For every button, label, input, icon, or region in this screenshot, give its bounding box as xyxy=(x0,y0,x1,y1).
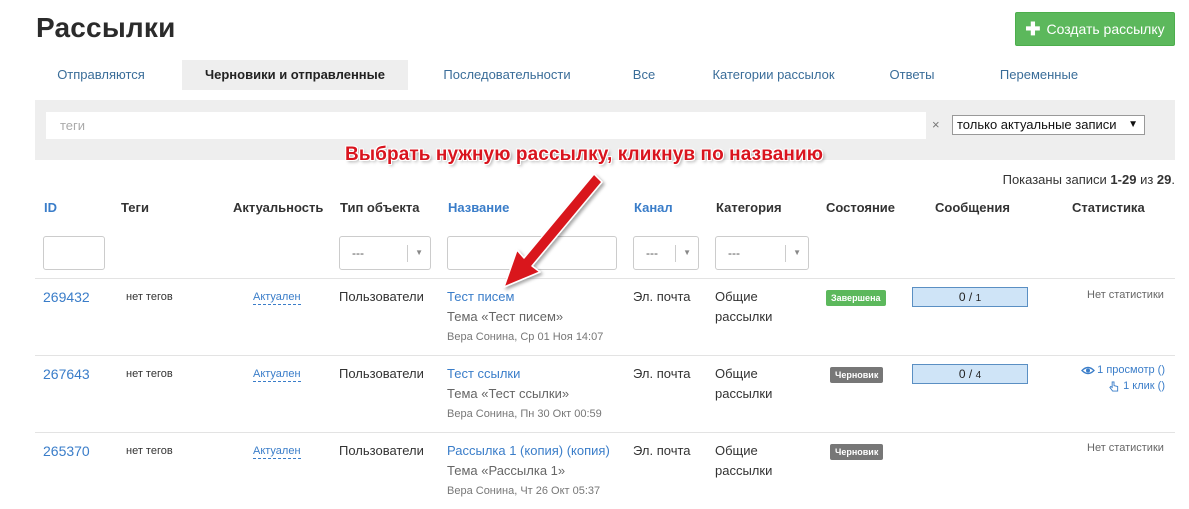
row-tags: нет тегов xyxy=(126,445,173,457)
tab-variables[interactable]: Переменные xyxy=(986,60,1092,90)
messages-progress: 0 / 1 xyxy=(912,287,1028,307)
messages-total: 1 xyxy=(975,293,982,304)
column-header-id[interactable]: ID xyxy=(44,200,57,215)
tab-categories[interactable]: Категории рассылок xyxy=(701,60,846,90)
row-object-type: Пользователи xyxy=(339,289,424,304)
select-divider xyxy=(785,245,786,262)
row-actuality-link[interactable]: Актуален xyxy=(253,368,301,382)
tab-all[interactable]: Все xyxy=(619,60,669,90)
status-badge: Завершена xyxy=(826,290,886,306)
select-divider xyxy=(675,245,676,262)
create-mailing-label: Создать рассылку xyxy=(1046,21,1165,37)
row-stats: Нет статистики xyxy=(1087,289,1164,301)
tab-drafts-and-sent[interactable]: Черновики и отправленные xyxy=(182,60,408,90)
row-tags: нет тегов xyxy=(126,368,173,380)
records-range: 1-29 xyxy=(1110,172,1137,187)
chevron-down-icon: ▼ xyxy=(793,248,801,257)
column-header-channel[interactable]: Канал xyxy=(634,200,673,215)
row-object-type: Пользователи xyxy=(339,366,424,381)
channel-filter-select[interactable]: --- ▼ xyxy=(633,236,699,270)
column-header-category: Категория xyxy=(716,200,782,215)
category-filter-select[interactable]: --- ▼ xyxy=(715,236,809,270)
row-category-line2: рассылки xyxy=(715,463,773,478)
column-header-actuality: Актуальность xyxy=(233,200,324,215)
clicks-stat-label: 1 клик () xyxy=(1123,380,1165,392)
row-tags: нет тегов xyxy=(126,291,173,303)
column-header-state: Состояние xyxy=(826,200,896,215)
row-stats: Нет статистики xyxy=(1087,442,1164,454)
column-header-tags: Теги xyxy=(121,200,149,215)
row-actuality-link[interactable]: Актуален xyxy=(253,291,301,305)
row-divider xyxy=(35,355,1175,356)
status-badge: Черновик xyxy=(830,444,884,460)
row-category-line1: Общие xyxy=(715,443,758,458)
row-subject: Тема «Рассылка 1» xyxy=(447,463,566,478)
tab-sending[interactable]: Отправляются xyxy=(36,60,166,90)
column-header-object-type: Тип объекта xyxy=(340,200,420,215)
records-prefix: Показаны записи xyxy=(1002,172,1111,187)
row-id-link[interactable]: 269432 xyxy=(43,289,90,305)
row-channel: Эл. почта xyxy=(633,289,691,304)
views-stat-label: 1 просмотр () xyxy=(1097,364,1165,376)
records-info: Показаны записи 1-29 из 29. xyxy=(1003,172,1175,187)
row-channel: Эл. почта xyxy=(633,443,691,458)
object-type-filter-value: --- xyxy=(352,246,364,260)
select-divider xyxy=(407,245,408,262)
tabs: Отправляются Черновики и отправленные По… xyxy=(36,60,1176,90)
page-title: Рассылки xyxy=(36,12,176,43)
pointer-hand-icon xyxy=(1109,380,1119,392)
actuality-select[interactable]: только актуальные записи ▼ xyxy=(952,115,1145,135)
clicks-stat-link[interactable]: 1 клик () xyxy=(1107,380,1165,392)
messages-sent: 0 xyxy=(958,367,966,381)
row-actuality-link[interactable]: Актуален xyxy=(253,445,301,459)
tags-input[interactable] xyxy=(46,112,926,139)
tab-sequences[interactable]: Последовательности xyxy=(431,60,583,90)
tab-replies[interactable]: Ответы xyxy=(882,60,942,90)
row-subject: Тема «Тест писем» xyxy=(447,309,564,324)
row-category-line1: Общие xyxy=(715,366,758,381)
views-stat-link[interactable]: 1 просмотр () xyxy=(1081,364,1165,376)
row-id-link[interactable]: 267643 xyxy=(43,366,90,382)
row-meta: Вера Сонина, Чт 26 Окт 05:37 xyxy=(447,485,601,497)
row-id-link[interactable]: 265370 xyxy=(43,443,90,459)
plus-icon: ✚ xyxy=(1025,19,1041,39)
actuality-select-value: только актуальные записи xyxy=(957,117,1117,132)
status-badge: Черновик xyxy=(830,367,884,383)
chevron-down-icon: ▼ xyxy=(683,248,691,257)
caret-down-icon: ▼ xyxy=(1128,119,1138,130)
category-filter-value: --- xyxy=(728,246,740,260)
row-category-line2: рассылки xyxy=(715,386,773,401)
messages-sent: 0 xyxy=(958,290,966,304)
records-total: 29 xyxy=(1156,172,1172,187)
row-category-line2: рассылки xyxy=(715,309,773,324)
id-filter-input[interactable] xyxy=(43,236,105,270)
messages-progress: 0 / 4 xyxy=(912,364,1028,384)
row-channel: Эл. почта xyxy=(633,366,691,381)
row-meta: Вера Сонина, Ср 01 Ноя 14:07 xyxy=(447,331,604,343)
create-mailing-button[interactable]: ✚ Создать рассылку xyxy=(1015,12,1175,46)
row-subject: Тема «Тест ссылки» xyxy=(447,386,570,401)
object-type-filter-select[interactable]: --- ▼ xyxy=(339,236,431,270)
row-category-line1: Общие xyxy=(715,289,758,304)
clear-tags-icon[interactable]: × xyxy=(932,117,940,132)
channel-filter-value: --- xyxy=(646,246,658,260)
annotation-callout: Выбрать нужную рассылку, кликнув по назв… xyxy=(345,144,824,165)
annotation-arrow-icon xyxy=(503,173,603,288)
chevron-down-icon: ▼ xyxy=(415,248,423,257)
messages-total: 4 xyxy=(975,370,982,381)
records-middle: из xyxy=(1136,172,1157,187)
column-header-stats: Статистика xyxy=(1072,200,1145,215)
row-name-link[interactable]: Рассылка 1 (копия) (копия) xyxy=(447,443,610,458)
records-suffix: . xyxy=(1171,172,1175,187)
eye-icon xyxy=(1081,366,1096,374)
row-object-type: Пользователи xyxy=(339,443,424,458)
column-header-messages: Сообщения xyxy=(935,200,1010,215)
row-meta: Вера Сонина, Пн 30 Окт 00:59 xyxy=(447,408,602,420)
row-name-link[interactable]: Тест ссылки xyxy=(447,366,520,381)
row-divider xyxy=(35,432,1175,433)
